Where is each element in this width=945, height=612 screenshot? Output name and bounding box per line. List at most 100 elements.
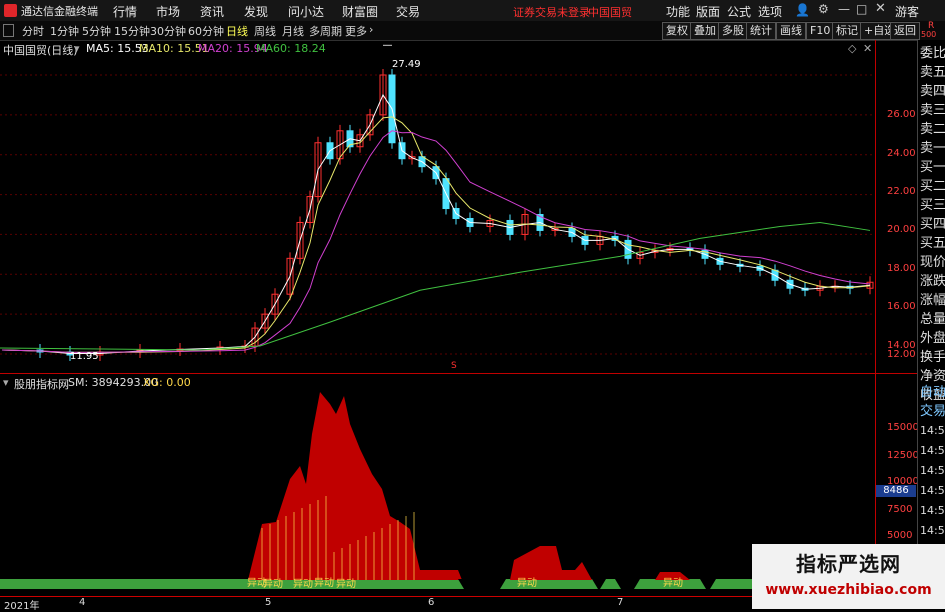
period-tab-multi[interactable]: 多周期 xyxy=(309,23,342,39)
side-top-number: 500 xyxy=(921,30,937,39)
price-axis-label: 22.00 xyxy=(887,186,916,197)
indicator-chart[interactable]: ▾ 股朋指标网 SM: 3894293.00 XG: 0.00 15000 12… xyxy=(0,374,919,596)
maximize-icon[interactable]: □ xyxy=(856,2,867,16)
mark-button[interactable]: 标记 xyxy=(832,22,862,40)
period-tab-30min[interactable]: 30分钟 xyxy=(150,23,186,39)
side-label: 总量 xyxy=(920,312,945,327)
adjust-button[interactable]: 复权 xyxy=(662,22,692,40)
menu-discover[interactable]: 发现 xyxy=(244,3,268,20)
side-label: 换手 xyxy=(920,350,945,365)
back-button[interactable]: 返回 xyxy=(890,22,920,40)
ma60-line xyxy=(0,221,871,351)
side-label: 卖二 xyxy=(920,122,945,137)
period-tab-15min[interactable]: 15分钟 xyxy=(114,23,150,39)
auto-label[interactable]: 自动 xyxy=(920,383,945,402)
period-tab-monthly[interactable]: 月线 xyxy=(282,23,304,39)
date-label: 4 xyxy=(79,597,86,608)
side-label: 外盘 xyxy=(920,331,945,346)
menu-functions[interactable]: 功能 xyxy=(666,3,690,20)
side-time: 14:56 xyxy=(920,484,945,497)
menu-news[interactable]: 资讯 xyxy=(200,3,224,20)
period-tab-weekly[interactable]: 周线 xyxy=(254,23,276,39)
signal-label: 异动 xyxy=(293,579,313,590)
login-status[interactable]: 证券交易未登录 xyxy=(513,4,590,20)
price-axis-label: 20.00 xyxy=(887,224,916,235)
trade-label[interactable]: 交易 xyxy=(920,402,945,421)
panel-divider xyxy=(0,373,917,374)
side-label: 买五 xyxy=(920,236,945,251)
indicator-svg[interactable] xyxy=(0,374,875,596)
side-label: 卖五 xyxy=(920,65,945,80)
period-tab-60min[interactable]: 60分钟 xyxy=(188,23,224,39)
chevron-right-icon[interactable]: › xyxy=(369,23,373,36)
price-axis-label: 24.00 xyxy=(887,148,916,159)
menu-ask-xiaoda[interactable]: 问小达 xyxy=(288,3,324,20)
baseline-band xyxy=(0,579,875,589)
minimize-icon[interactable]: — xyxy=(838,2,850,16)
side-label: 买二 xyxy=(920,179,945,194)
period-tab-1min[interactable]: 1分钟 xyxy=(50,23,79,39)
toggle-panel-icon[interactable] xyxy=(3,24,14,37)
menu-options[interactable]: 选项 xyxy=(758,3,782,20)
current-stock: 中国国贸 xyxy=(588,6,632,19)
indicator-xg: XG: 0.00 xyxy=(143,376,191,389)
watermark-url: www.xuezhibiao.com xyxy=(765,582,932,598)
period-tab-5min[interactable]: 5分钟 xyxy=(82,23,111,39)
period-tab-more[interactable]: 更多 xyxy=(345,23,367,39)
date-label: 2021年 xyxy=(4,601,40,612)
indicator-axis-label: 7500 xyxy=(887,504,913,515)
indicator-axis-label: 5000 xyxy=(887,530,913,541)
stats-button[interactable]: 统计 xyxy=(746,22,776,40)
menu-wealth-circle[interactable]: 财富圈 xyxy=(342,3,378,20)
chart-close-icon[interactable]: ✕ xyxy=(863,42,872,55)
side-time: 14:56 xyxy=(920,464,945,477)
price-axis-label: 18.00 xyxy=(887,263,916,274)
side-label: 涨跌 xyxy=(920,274,945,289)
app-logo-icon xyxy=(4,4,17,17)
watermark-title: 指标严选网 xyxy=(796,552,901,576)
indicator-name: 股朋指标网 xyxy=(14,378,69,391)
kline-svg[interactable] xyxy=(0,40,875,373)
period-tab-daily[interactable]: 日线 xyxy=(226,23,248,39)
indicator-dropdown-icon[interactable]: ▾ xyxy=(3,376,9,389)
price-axis-label: 12.00 xyxy=(887,349,916,360)
side-label: 买一 xyxy=(920,160,945,175)
chart-settings-icon[interactable]: ◇ xyxy=(848,42,856,55)
side-time: 14:56 xyxy=(920,524,945,537)
side-label: 买三 xyxy=(920,198,945,213)
signal-label: 异动 xyxy=(263,579,283,590)
multi-stock-button[interactable]: 多股 xyxy=(718,22,748,40)
watermark-banner: 指标严选网 www.xuezhibiao.com xyxy=(752,544,945,609)
ma5-line xyxy=(1,93,871,355)
indicator-axis-label: 15000 xyxy=(887,422,919,433)
side-label: 委比 xyxy=(920,46,945,61)
side-label: 卖一 xyxy=(920,141,945,156)
user-icon[interactable]: 👤 xyxy=(795,3,810,17)
kline-chart[interactable]: 中国国贸(日线) ▾ MA5: 15.53 MA10: 15.51 MA20: … xyxy=(0,40,916,373)
menu-layout[interactable]: 版面 xyxy=(696,3,720,20)
draw-line-button[interactable]: 画线 xyxy=(776,22,806,40)
dropdown-icon[interactable]: ▾ xyxy=(74,42,80,55)
stock-label: 中国国贸(日线) xyxy=(3,44,78,57)
side-label: 涨幅 xyxy=(920,293,945,308)
overlay-button[interactable]: 叠加 xyxy=(690,22,720,40)
menu-formula[interactable]: 公式 xyxy=(727,3,751,20)
signal-label: 异动 xyxy=(517,578,537,589)
menu-trade[interactable]: 交易 xyxy=(396,3,420,20)
close-icon[interactable]: ✕ xyxy=(875,1,886,16)
signal-label: 异动 xyxy=(663,578,683,589)
menu-bar: 通达信金融终端 行情 市场 资讯 发现 问小达 财富圈 交易 证券交易未登录 中… xyxy=(0,0,945,22)
guest-label[interactable]: 游客 xyxy=(895,3,919,20)
menu-quotes[interactable]: 行情 xyxy=(113,3,137,20)
side-time: 14:56 xyxy=(920,424,945,437)
signal-area xyxy=(248,392,462,580)
indicator-value-highlight: 8486 xyxy=(876,485,916,497)
menu-market[interactable]: 市场 xyxy=(156,3,180,20)
date-label: 6 xyxy=(428,597,435,608)
signal-label: 异动 xyxy=(314,578,334,589)
period-tab-intraday[interactable]: 分时 xyxy=(22,23,44,39)
f10-button[interactable]: F10 xyxy=(806,22,835,40)
price-axis-label: 26.00 xyxy=(887,109,916,120)
side-label: 卖三 xyxy=(920,103,945,118)
settings-icon[interactable]: ⚙ xyxy=(818,2,829,16)
